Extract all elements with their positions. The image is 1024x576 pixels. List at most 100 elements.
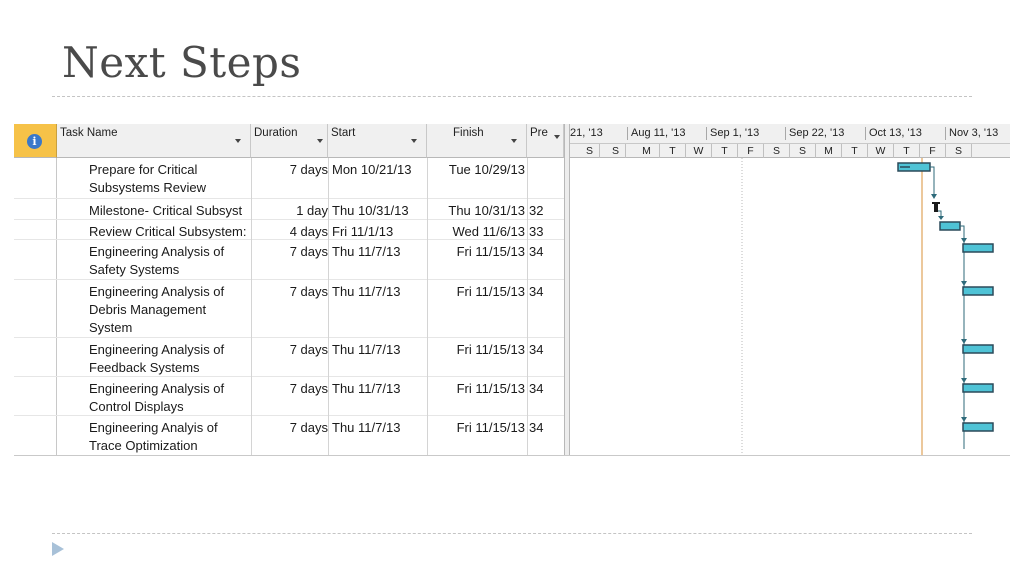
column-header-predecessors[interactable]: Pre xyxy=(527,124,564,158)
timescale-major-label: Nov 3, '13 xyxy=(949,127,999,139)
project-gantt-view: i Task Name Duration Start Finish Pre Pr… xyxy=(14,124,1010,456)
predecessor-cell[interactable]: 34 xyxy=(529,243,563,261)
timescale-divider xyxy=(785,127,786,140)
gantt-bar[interactable] xyxy=(962,383,994,393)
task-name-cell[interactable]: Prepare for Critical Subsystems Review xyxy=(89,161,251,197)
finish-cell[interactable]: Fri 11/15/13 xyxy=(428,283,525,301)
gantt-bar[interactable] xyxy=(962,243,994,253)
predecessor-cell[interactable]: 34 xyxy=(529,341,563,359)
timescale-major-label: 21, '13 xyxy=(570,127,603,139)
predecessors-header-label: Pre xyxy=(530,127,548,139)
timescale-major-label: Sep 1, '13 xyxy=(710,127,760,139)
timescale-header[interactable]: 21, '13 Aug 11, '13 Sep 1, '13 Sep 22, '… xyxy=(570,124,1010,158)
column-divider xyxy=(251,158,252,455)
timescale-minor-row: S S M T W T F S S M T W T F S xyxy=(570,143,1010,158)
finish-cell[interactable]: Fri 11/15/13 xyxy=(428,341,525,359)
task-name-cell[interactable]: Engineering Analysis of Safety Systems xyxy=(89,243,251,279)
timescale-day-label: W xyxy=(686,144,712,158)
task-name-cell[interactable]: Engineering Analysis of Feedback Systems xyxy=(89,341,251,377)
task-name-cell[interactable]: Review Critical Subsystem: xyxy=(89,223,251,241)
start-cell[interactable]: Thu 10/31/13 xyxy=(332,202,426,220)
finish-cell[interactable]: Fri 11/15/13 xyxy=(428,243,525,261)
start-cell[interactable]: Thu 11/7/13 xyxy=(332,419,426,437)
arrowhead-icon xyxy=(931,194,937,199)
duration-cell[interactable]: 7 days xyxy=(251,243,328,261)
gantt-bar[interactable] xyxy=(962,344,994,354)
start-cell[interactable]: Thu 11/7/13 xyxy=(332,283,426,301)
predecessor-cell[interactable]: 34 xyxy=(529,283,563,301)
duration-cell[interactable]: 1 day xyxy=(251,202,328,220)
timescale-day-label: W xyxy=(868,144,894,158)
chevron-down-icon[interactable] xyxy=(554,135,560,139)
gantt-chart: 21, '13 Aug 11, '13 Sep 1, '13 Sep 22, '… xyxy=(570,124,1010,455)
timescale-divider xyxy=(706,127,707,140)
predecessor-cell[interactable]: 33 xyxy=(529,223,563,241)
gantt-bar[interactable] xyxy=(962,286,994,296)
timescale-day-label: T xyxy=(660,144,686,158)
duration-cell[interactable]: 7 days xyxy=(251,283,328,301)
start-header-label: Start xyxy=(331,127,356,139)
timescale-divider xyxy=(945,127,946,140)
indicators-column-header[interactable]: i xyxy=(14,124,57,158)
duration-cell[interactable]: 7 days xyxy=(251,380,328,398)
column-divider xyxy=(328,158,329,455)
duration-cell[interactable]: 7 days xyxy=(251,341,328,359)
finish-cell[interactable]: Tue 10/29/13 xyxy=(428,161,525,179)
gantt-body xyxy=(570,158,1010,455)
dependency-link xyxy=(960,225,965,449)
task-row[interactable]: Engineering Analysis of Debris Managemen… xyxy=(14,280,564,338)
column-header-finish[interactable]: Finish xyxy=(427,124,527,158)
start-cell[interactable]: Thu 11/7/13 xyxy=(332,341,426,359)
predecessor-cell[interactable]: 34 xyxy=(529,419,563,437)
finish-cell[interactable]: Thu 10/31/13 xyxy=(428,202,525,220)
predecessor-cell[interactable]: 32 xyxy=(529,202,563,220)
task-row[interactable]: Prepare for Critical Subsystems Review 7… xyxy=(14,158,564,199)
arrowhead-icon xyxy=(961,238,967,243)
chevron-down-icon[interactable] xyxy=(317,139,323,143)
gantt-bars-layer xyxy=(741,158,994,455)
timescale-day-label: F xyxy=(920,144,946,158)
task-name-cell[interactable]: Engineering Analysis of Control Displays xyxy=(89,380,251,416)
task-row[interactable]: Engineering Analysis of Safety Systems 7… xyxy=(14,240,564,280)
task-name-cell[interactable]: Engineering Analysis of Debris Managemen… xyxy=(89,283,239,337)
finish-cell[interactable]: Fri 11/15/13 xyxy=(428,380,525,398)
column-header-start[interactable]: Start xyxy=(328,124,427,158)
predecessor-cell[interactable]: 34 xyxy=(529,380,563,398)
task-row[interactable]: Milestone- Critical Subsyst 1 day Thu 10… xyxy=(14,199,564,220)
timescale-day-label: S xyxy=(580,144,600,158)
finish-header-label: Finish xyxy=(453,127,484,139)
task-name-header-label: Task Name xyxy=(60,127,118,139)
duration-cell[interactable]: 7 days xyxy=(251,161,328,179)
finish-cell[interactable]: Wed 11/6/13 xyxy=(428,223,525,241)
duration-cell[interactable]: 7 days xyxy=(251,419,328,437)
finish-cell[interactable]: Fri 11/15/13 xyxy=(428,419,525,437)
column-header-duration[interactable]: Duration xyxy=(251,124,328,158)
start-cell[interactable]: Fri 11/1/13 xyxy=(332,223,426,241)
chevron-down-icon[interactable] xyxy=(411,139,417,143)
task-row[interactable]: Review Critical Subsystem: 4 days Fri 11… xyxy=(14,220,564,240)
start-cell[interactable]: Mon 10/21/13 xyxy=(332,161,426,179)
start-cell[interactable]: Thu 11/7/13 xyxy=(332,380,426,398)
start-cell[interactable]: Thu 11/7/13 xyxy=(332,243,426,261)
column-header-task-name[interactable]: Task Name xyxy=(57,124,251,158)
task-name-cell[interactable]: Milestone- Critical Subsyst xyxy=(89,202,251,220)
play-icon[interactable] xyxy=(52,542,64,556)
task-grid: i Task Name Duration Start Finish Pre Pr… xyxy=(14,124,564,455)
task-row[interactable]: Engineering Analysis of Feedback Systems… xyxy=(14,338,564,377)
task-name-cell[interactable]: Engineering Analyis of Trace Optimizatio… xyxy=(89,419,251,455)
timescale-day-label: S xyxy=(946,144,972,158)
timescale-day-label: T xyxy=(712,144,738,158)
chevron-down-icon[interactable] xyxy=(235,139,241,143)
arrowhead-icon xyxy=(961,378,967,383)
title-divider xyxy=(52,96,972,97)
task-row[interactable]: Engineering Analysis of Control Displays… xyxy=(14,377,564,416)
chevron-down-icon[interactable] xyxy=(511,139,517,143)
timescale-divider xyxy=(865,127,866,140)
task-row[interactable]: Engineering Analyis of Trace Optimizatio… xyxy=(14,416,564,455)
duration-cell[interactable]: 4 days xyxy=(251,223,328,241)
timescale-day-label: T xyxy=(894,144,920,158)
arrowhead-icon xyxy=(961,281,967,286)
arrowhead-icon xyxy=(961,417,967,422)
gantt-bar[interactable] xyxy=(939,221,961,231)
gantt-bar[interactable] xyxy=(962,422,994,432)
